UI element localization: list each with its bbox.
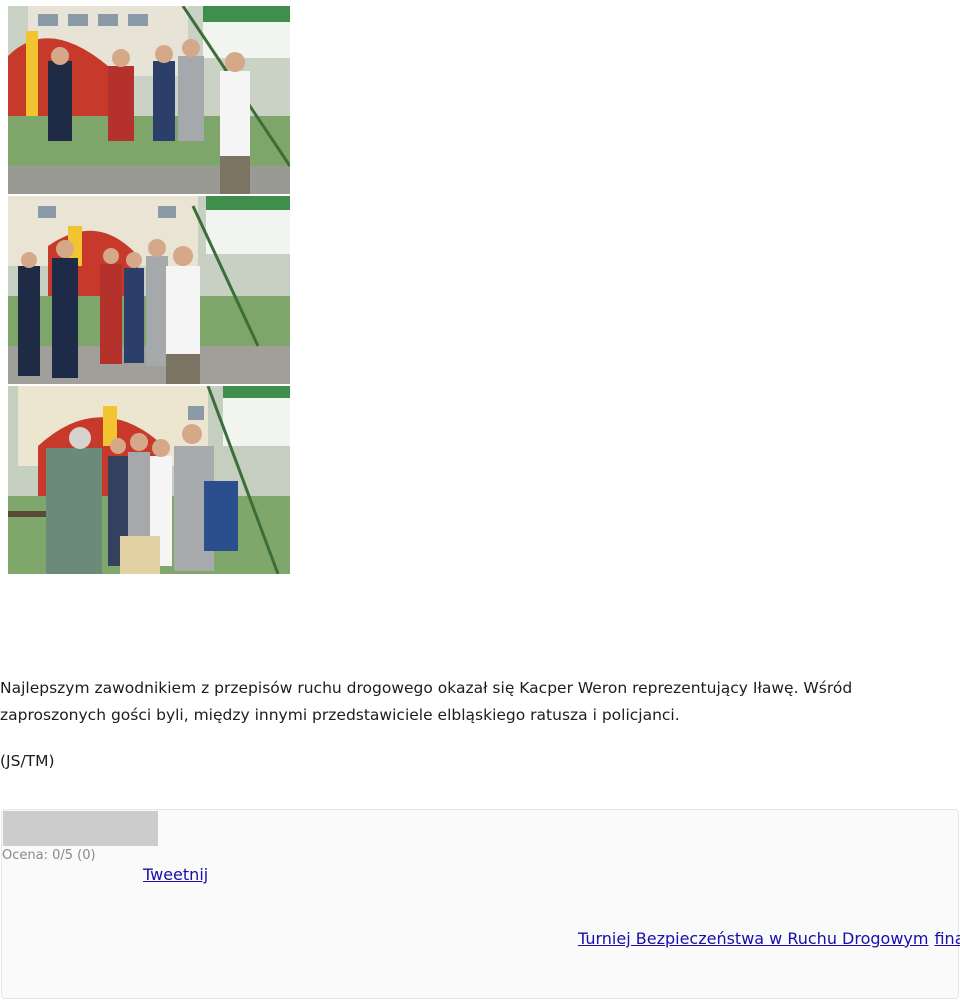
photo-award-ceremony-icon — [8, 386, 290, 574]
gallery-photo[interactable] — [8, 196, 290, 384]
rating-stars-widget[interactable] — [3, 811, 158, 846]
article-signature: (JS/TM) — [0, 752, 55, 770]
tags-list: Turniej Bezpieczeństwa w Ruchu Drogowym f… — [578, 929, 960, 949]
gallery-photo[interactable] — [8, 386, 290, 574]
tag-link[interactable]: Turniej Bezpieczeństwa w Ruchu Drogowym — [578, 929, 928, 948]
article-page: Najlepszym zawodnikiem z przepisów ruchu… — [0, 0, 960, 1003]
tag-link[interactable]: finał — [934, 929, 960, 948]
rating-text: Ocena: 0/5 (0) — [2, 848, 96, 863]
photo-award-ceremony-icon — [8, 196, 290, 384]
photo-award-ceremony-icon — [8, 6, 290, 194]
tweet-button[interactable]: Tweetnij — [143, 865, 208, 885]
article-paragraph: Najlepszym zawodnikiem z przepisów ruchu… — [0, 679, 853, 724]
gallery-photo[interactable] — [8, 6, 290, 194]
article-meta-box: Ocena: 0/5 (0) Tweetnij Turniej Bezpiecz… — [1, 809, 960, 999]
